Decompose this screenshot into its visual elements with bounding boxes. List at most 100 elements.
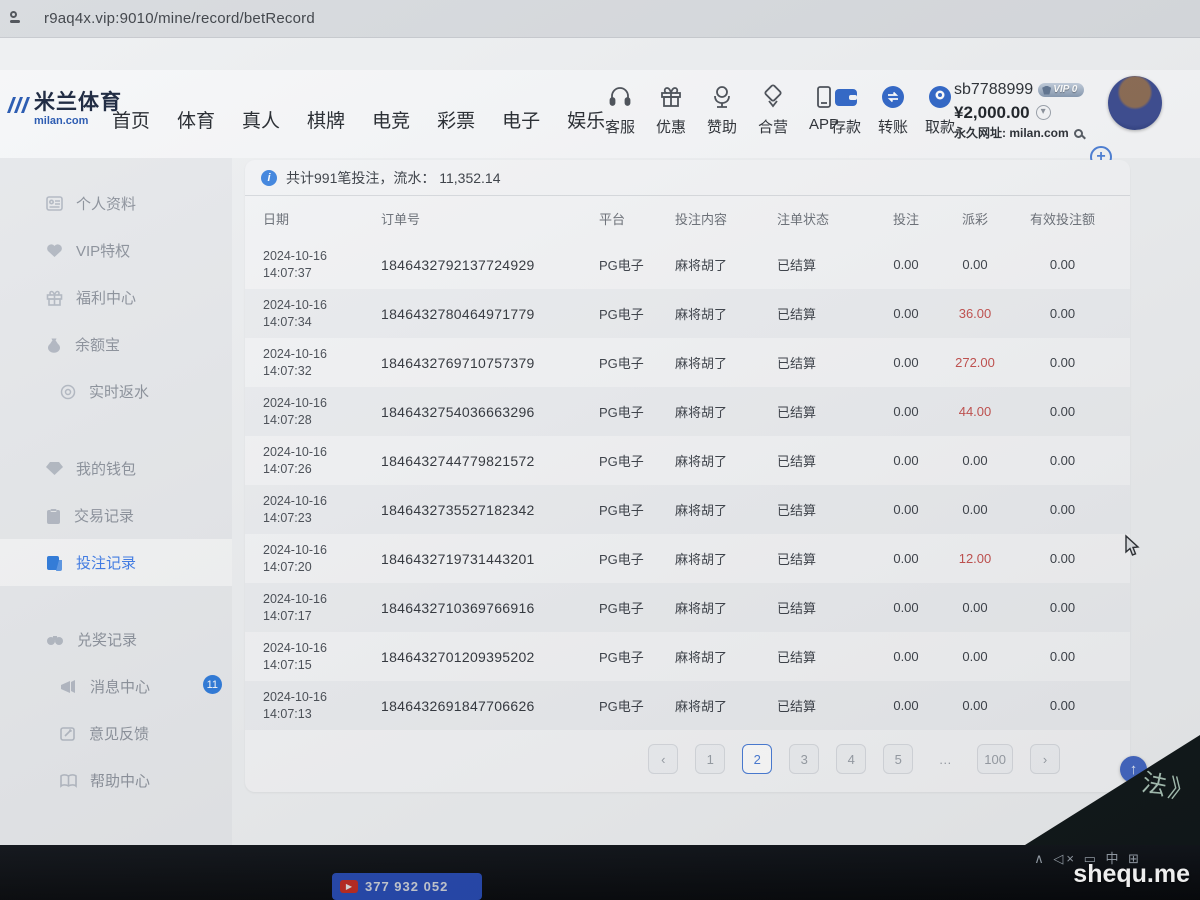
- sidebar-item-transactions[interactable]: 交易记录: [0, 492, 232, 539]
- table-row: 2024-10-1614:07:34 1846432780464971779 P…: [245, 289, 1130, 338]
- help-book-icon: [60, 774, 77, 788]
- time-text: 14:07:26: [263, 461, 381, 477]
- nav-sports[interactable]: 体育: [177, 106, 215, 133]
- user-avatar[interactable]: [1108, 76, 1162, 130]
- browser-profile-icon[interactable]: [10, 11, 30, 27]
- quick-action-label: 客服: [605, 116, 635, 137]
- page-button-3[interactable]: 3: [789, 744, 819, 774]
- id-card-icon: [46, 196, 63, 211]
- page-button-100[interactable]: 100: [977, 744, 1013, 774]
- table-row: 2024-10-1614:07:23 1846432735527182342 P…: [245, 485, 1130, 534]
- bet-status: 已结算: [777, 647, 875, 666]
- next-page-button[interactable]: ›: [1030, 744, 1060, 774]
- bet-date: 2024-10-1614:07:17: [263, 591, 381, 624]
- table-row: 2024-10-1614:07:15 1846432701209395202 P…: [245, 632, 1130, 681]
- order-number: 1846432691847706626: [381, 698, 599, 714]
- bet-status: 已结算: [777, 598, 875, 617]
- photo-of-laptop-screen: r9aq4x.vip:9010/mine/record/betRecord 米兰…: [0, 0, 1200, 900]
- bet-status: 已结算: [777, 549, 875, 568]
- nav-board-games[interactable]: 棋牌: [307, 106, 345, 133]
- payout-amount: 36.00: [937, 306, 1013, 321]
- search-icon[interactable]: [1074, 129, 1083, 138]
- valid-bet-amount: 0.00: [1013, 698, 1112, 713]
- sidebar-item-label: 意见反馈: [89, 723, 149, 744]
- bet-amount: 0.00: [875, 600, 937, 615]
- sidebar-item-label: 实时返水: [89, 381, 149, 402]
- bet-content: 麻将胡了: [675, 500, 777, 519]
- site-header: 米兰体育 milan.com 首页 体育 真人 棋牌 电竞 彩票 电子 娱乐 客…: [0, 70, 1200, 158]
- url-text[interactable]: r9aq4x.vip:9010/mine/record/betRecord: [44, 10, 315, 27]
- sidebar-item-messages[interactable]: 消息中心 11: [0, 663, 232, 710]
- table-row: 2024-10-1614:07:26 1846432744779821572 P…: [245, 436, 1130, 485]
- sidebar-item-yuebao[interactable]: 余额宝: [0, 321, 232, 368]
- bet-amount: 0.00: [875, 551, 937, 566]
- bet-date: 2024-10-1614:07:34: [263, 297, 381, 330]
- sidebar-item-rebate[interactable]: 实时返水: [0, 368, 232, 415]
- platform: PG电子: [599, 549, 675, 568]
- page-button-1[interactable]: 1: [695, 744, 725, 774]
- table-body: 2024-10-1614:07:37 1846432792137724929 P…: [245, 240, 1130, 730]
- valid-bet-amount: 0.00: [1013, 257, 1112, 272]
- bet-amount: 0.00: [875, 502, 937, 517]
- sidebar-item-vip[interactable]: VIP特权: [0, 227, 232, 274]
- site-logo[interactable]: 米兰体育 milan.com: [6, 92, 122, 127]
- bet-status: 已结算: [777, 696, 875, 715]
- chevron-down-icon[interactable]: ▾: [1036, 105, 1051, 120]
- page-button-4[interactable]: 4: [836, 744, 866, 774]
- date-text: 2024-10-16: [263, 297, 381, 313]
- bet-status: 已结算: [777, 353, 875, 372]
- payout-amount: 272.00: [937, 355, 1013, 370]
- sidebar-item-bet-records[interactable]: 投注记录: [0, 539, 232, 586]
- time-text: 14:07:15: [263, 657, 381, 673]
- nav-live-casino[interactable]: 真人: [242, 106, 280, 133]
- promotions-button[interactable]: 优惠: [651, 83, 691, 137]
- col-platform: 平台: [599, 209, 675, 228]
- order-number: 1846432780464971779: [381, 306, 599, 322]
- pagination: ‹ 1 2 3 4 5 … 100 ›: [245, 744, 1060, 774]
- sidebar-item-help[interactable]: 帮助中心: [0, 757, 232, 804]
- gift-icon: [658, 83, 684, 111]
- bet-date: 2024-10-1614:07:20: [263, 542, 381, 575]
- page-button-2[interactable]: 2: [742, 744, 772, 774]
- page-button-5[interactable]: 5: [883, 744, 913, 774]
- transfer-button[interactable]: 转账: [873, 83, 913, 137]
- customer-service-button[interactable]: 客服: [600, 83, 640, 137]
- platform: PG电子: [599, 500, 675, 519]
- time-text: 14:07:13: [263, 706, 381, 722]
- nav-lottery[interactable]: 彩票: [437, 106, 475, 133]
- page-ellipsis[interactable]: …: [930, 744, 960, 774]
- vip-heart-icon: [46, 243, 63, 258]
- watermark: shequ.me: [1073, 860, 1190, 889]
- payout-amount: 0.00: [937, 453, 1013, 468]
- bet-date: 2024-10-1614:07:13: [263, 689, 381, 722]
- bet-amount: 0.00: [875, 404, 937, 419]
- wallet-actions: 存款 转账 取款: [826, 83, 960, 137]
- deposit-button[interactable]: 存款: [826, 83, 866, 137]
- sponsor-button[interactable]: 赞助: [702, 83, 742, 137]
- wallet-icon: [832, 83, 860, 111]
- partnership-button[interactable]: 合营: [753, 83, 793, 137]
- order-number: 1846432710369766916: [381, 600, 599, 616]
- sidebar-item-label: 帮助中心: [90, 770, 150, 791]
- platform: PG电子: [599, 598, 675, 617]
- prev-page-button[interactable]: ‹: [648, 744, 678, 774]
- sidebar-item-feedback[interactable]: 意见反馈: [0, 710, 232, 757]
- sidebar-item-profile[interactable]: 个人资料: [0, 180, 232, 227]
- browser-url-bar[interactable]: r9aq4x.vip:9010/mine/record/betRecord: [0, 0, 1200, 38]
- sidebar-item-label: VIP特权: [76, 240, 130, 261]
- nav-slots[interactable]: 电子: [502, 106, 540, 133]
- date-text: 2024-10-16: [263, 640, 381, 656]
- sidebar-item-prize-records[interactable]: 兑奖记录: [0, 616, 232, 663]
- bet-content: 麻将胡了: [675, 647, 777, 666]
- date-text: 2024-10-16: [263, 542, 381, 558]
- wallet-action-label: 取款: [925, 116, 955, 137]
- col-order: 订单号: [381, 209, 599, 228]
- sidebar-item-welfare[interactable]: 福利中心: [0, 274, 232, 321]
- bet-date: 2024-10-1614:07:32: [263, 346, 381, 379]
- sidebar-item-wallet[interactable]: 我的钱包: [0, 445, 232, 492]
- nav-esports[interactable]: 电竞: [372, 106, 410, 133]
- bet-content: 麻将胡了: [675, 451, 777, 470]
- nav-home[interactable]: 首页: [112, 106, 150, 133]
- bet-status: 已结算: [777, 500, 875, 519]
- bet-content: 麻将胡了: [675, 549, 777, 568]
